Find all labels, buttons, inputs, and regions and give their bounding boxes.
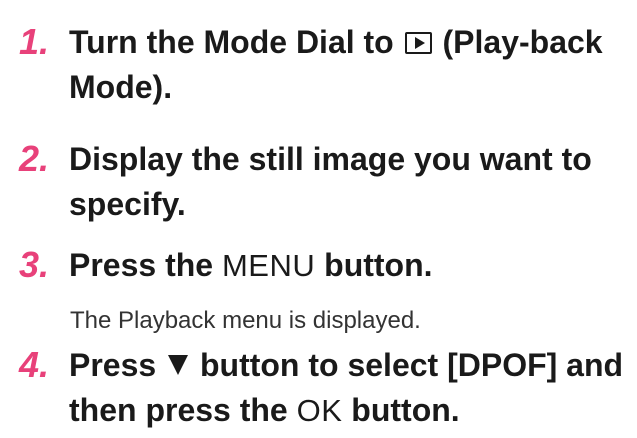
menu-button-label: MENU: [221, 248, 316, 283]
step-text-before: Press: [69, 347, 157, 383]
step-text: Press button to select [DPOF] and then p…: [69, 343, 633, 433]
step-number: 1.: [19, 21, 50, 62]
step-text: Turn the Mode Dial to (Play-back Mode).: [69, 20, 633, 110]
step-number: 3.: [19, 244, 50, 285]
down-arrow-icon: [168, 355, 189, 375]
step-text: Display the still image you want to spec…: [69, 141, 592, 222]
step-text: Press the MENU button.: [69, 243, 633, 288]
step-text-before: Press the: [69, 247, 214, 283]
step-note: The Playback menu is displayed.: [70, 307, 421, 334]
playback-mode-icon: [404, 32, 432, 54]
step-number: 4.: [19, 344, 50, 385]
step-text-after: button.: [351, 392, 460, 428]
step-text-after: button.: [324, 247, 433, 283]
step-text-before: Turn the Mode Dial to: [69, 24, 394, 60]
ok-button-label: OK: [296, 393, 343, 428]
step-number: 2.: [19, 138, 50, 179]
